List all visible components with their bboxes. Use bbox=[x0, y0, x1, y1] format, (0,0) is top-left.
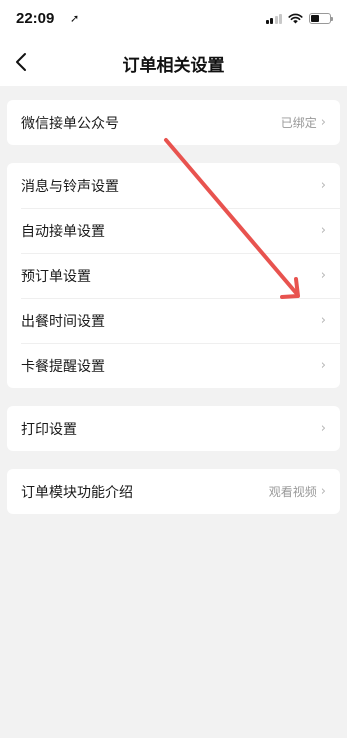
row-module-intro[interactable]: 订单模块功能介绍 观看视频 › bbox=[7, 469, 340, 514]
row-wechat-account[interactable]: 微信接单公众号 已绑定 › bbox=[7, 100, 340, 145]
wifi-icon bbox=[288, 13, 303, 24]
row-print-settings[interactable]: 打印设置 › bbox=[7, 406, 340, 451]
row-label: 订单模块功能介绍 bbox=[21, 484, 133, 501]
page-title: 订单相关设置 bbox=[122, 55, 225, 76]
row-label: 微信接单公众号 bbox=[21, 115, 119, 132]
row-label: 卡餐提醒设置 bbox=[21, 358, 105, 375]
status-time: 22:09 bbox=[16, 10, 55, 27]
chevron-right-icon: › bbox=[320, 115, 326, 130]
top-bar: 22:09 ➚ 订单相关设置 bbox=[0, 0, 347, 86]
chevron-right-icon: › bbox=[320, 178, 326, 193]
chevron-right-icon: › bbox=[320, 484, 326, 499]
group-intro: 订单模块功能介绍 观看视频 › bbox=[7, 469, 340, 514]
group-wechat: 微信接单公众号 已绑定 › bbox=[7, 100, 340, 145]
row-label: 消息与铃声设置 bbox=[21, 178, 119, 195]
group-print: 打印设置 › bbox=[7, 406, 340, 451]
row-message-ringtone[interactable]: 消息与铃声设置 › bbox=[7, 163, 340, 208]
battery-icon bbox=[309, 13, 333, 24]
row-stuck-meal-reminder[interactable]: 卡餐提醒设置 › bbox=[7, 343, 340, 388]
row-label: 打印设置 bbox=[21, 421, 77, 438]
signal-icon bbox=[265, 13, 282, 24]
group-order-settings: 消息与铃声设置 › 自动接单设置 › 预订单设置 › 出餐时间设置 › 卡餐提醒… bbox=[7, 163, 340, 388]
status-icons bbox=[265, 13, 333, 24]
row-label: 自动接单设置 bbox=[21, 223, 105, 240]
row-auto-accept[interactable]: 自动接单设置 › bbox=[7, 208, 340, 253]
nav-bar: 订单相关设置 bbox=[0, 40, 347, 86]
status-bar: 22:09 ➚ bbox=[0, 0, 347, 40]
row-value: 观看视频 bbox=[268, 485, 317, 499]
row-value: 已绑定 bbox=[280, 116, 317, 130]
row-right: 已绑定 › bbox=[281, 114, 326, 131]
row-label: 出餐时间设置 bbox=[21, 313, 105, 330]
location-icon: ➚ bbox=[70, 12, 80, 25]
row-label: 预订单设置 bbox=[21, 268, 91, 285]
chevron-right-icon: › bbox=[320, 268, 326, 283]
row-meal-time[interactable]: 出餐时间设置 › bbox=[7, 298, 340, 343]
row-right: 观看视频 › bbox=[269, 483, 326, 500]
battery-fill bbox=[311, 15, 320, 22]
chevron-right-icon: › bbox=[320, 421, 326, 436]
chevron-right-icon: › bbox=[320, 358, 326, 373]
chevron-right-icon: › bbox=[320, 313, 326, 328]
chevron-right-icon: › bbox=[320, 223, 326, 238]
back-icon[interactable] bbox=[10, 50, 34, 74]
row-pre-order[interactable]: 预订单设置 › bbox=[7, 253, 340, 298]
